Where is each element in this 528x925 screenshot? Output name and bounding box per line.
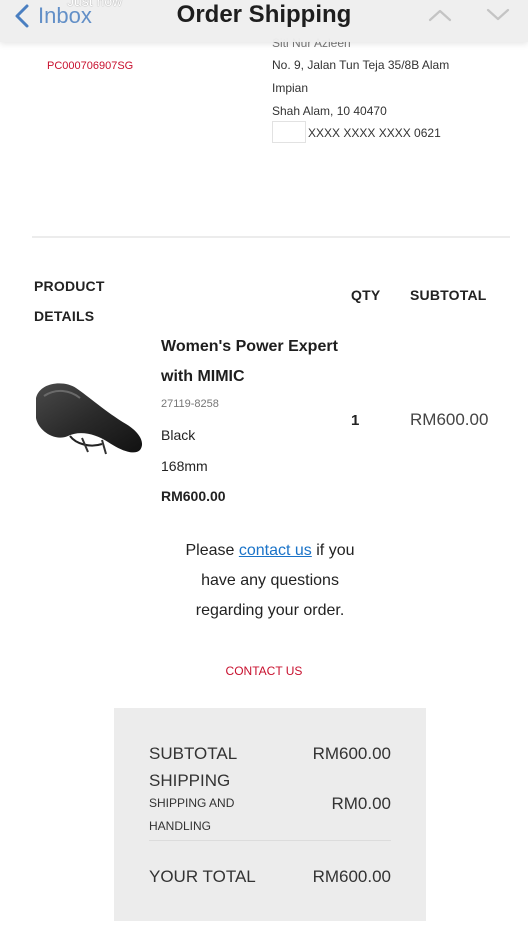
address-line-3: Shah Alam, 10 40470 (272, 104, 387, 118)
product-price: RM600.00 (161, 488, 226, 504)
bike-saddle-image[interactable] (30, 378, 148, 458)
product-sku: 27119-8258 (161, 398, 219, 410)
order-totals: SUBTOTAL RM600.00 SHIPPING SHIPPING AND … (114, 708, 426, 921)
card-icon (272, 121, 306, 143)
column-header-product: PRODUCT DETAILS (34, 278, 105, 324)
subtotal-value: RM600.00 (312, 744, 391, 763)
tracking-number[interactable]: PC000706907SG (47, 60, 133, 72)
chevron-up-icon[interactable] (428, 8, 452, 22)
message-nav (428, 8, 510, 22)
section-divider (32, 236, 510, 238)
contact-us-link[interactable]: contact us (239, 542, 312, 559)
chevron-down-icon[interactable] (486, 8, 510, 22)
subtotal-label: SUBTOTAL (149, 744, 238, 763)
product-color: Black (161, 427, 196, 443)
column-header-subtotal: SUBTOTAL (410, 287, 487, 303)
product-qty: 1 (351, 412, 360, 429)
product-name[interactable]: Women's Power Expert with MIMIC (161, 332, 341, 392)
shipping-label: SHIPPING (149, 771, 231, 790)
shipping-handling-label: SHIPPING AND HANDLING (149, 796, 235, 833)
totals-divider (149, 840, 391, 841)
column-header-qty: QTY (351, 287, 381, 303)
help-text: Please contact us if you have any questi… (170, 536, 370, 626)
total-value: RM600.00 (312, 867, 391, 886)
product-size: 168mm (161, 458, 208, 474)
address-line-1: No. 9, Jalan Tun Teja 35/8B Alam (272, 58, 450, 72)
shipping-handling-value: RM0.00 (331, 794, 391, 813)
total-label: YOUR TOTAL (149, 867, 256, 886)
address-line-2: Impian (272, 81, 309, 95)
product-subtotal: RM600.00 (410, 410, 489, 429)
contact-us-button[interactable]: CONTACT US (0, 664, 528, 678)
help-prefix: Please (185, 542, 235, 559)
nav-bar: Just now Inbox Order Shipping (0, 0, 528, 42)
card-number: XXXX XXXX XXXX 0621 (308, 126, 441, 140)
